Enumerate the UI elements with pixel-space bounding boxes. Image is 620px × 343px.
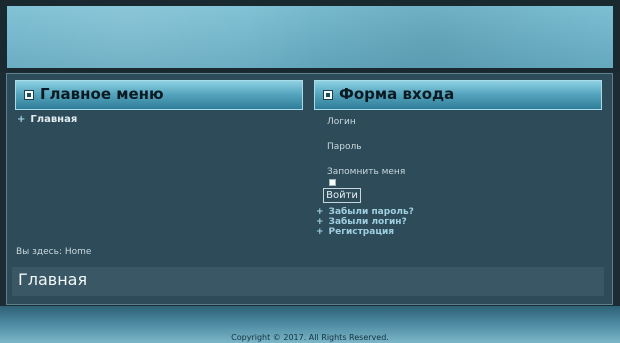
register-link[interactable]: + Регистрация	[316, 227, 394, 237]
main-menu-header: Главное меню	[15, 80, 303, 110]
bullet-icon: +	[316, 217, 324, 227]
remember-checkbox[interactable]	[329, 179, 336, 186]
breadcrumb: Вы здесь: Home	[16, 247, 91, 257]
password-label: Пароль	[327, 142, 362, 152]
login-button[interactable]: Войти	[323, 188, 361, 203]
bullet-icon: +	[316, 207, 324, 217]
forgot-login-link[interactable]: + Забыли логин?	[316, 217, 407, 227]
link-label: Забыли пароль?	[328, 207, 414, 217]
menu-item-label: Главная	[30, 114, 78, 125]
menu-item-home[interactable]: + Главная	[17, 114, 77, 125]
forgot-password-link[interactable]: + Забыли пароль?	[316, 207, 414, 217]
module-icon	[24, 90, 34, 100]
header-banner	[0, 0, 620, 72]
bullet-icon: +	[316, 227, 324, 237]
link-label: Забыли логин?	[328, 217, 407, 227]
header-image	[7, 6, 613, 68]
module-icon	[323, 90, 333, 100]
main-menu-title: Главное меню	[40, 85, 164, 103]
breadcrumb-prefix: Вы здесь:	[16, 247, 62, 257]
bullet-icon: +	[17, 114, 26, 125]
article-header: Главная	[12, 267, 604, 296]
link-label: Регистрация	[328, 227, 395, 237]
login-form-title: Форма входа	[339, 85, 455, 103]
copyright-text: Copyright © 2017. All Rights Reserved.	[231, 333, 389, 342]
breadcrumb-current[interactable]: Home	[65, 247, 92, 257]
login-form-header: Форма входа	[314, 80, 602, 110]
page-title: Главная	[18, 270, 88, 289]
login-label: Логин	[327, 117, 356, 127]
remember-label: Запомнить меня	[327, 167, 406, 177]
